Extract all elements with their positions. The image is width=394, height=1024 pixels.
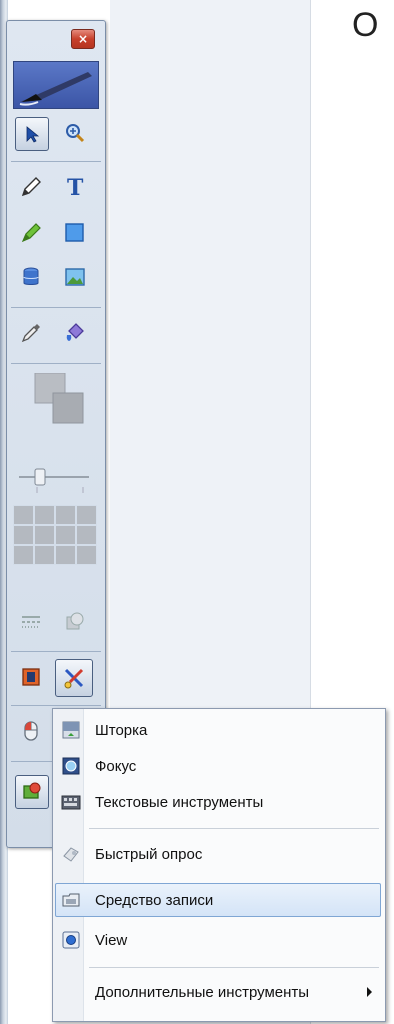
quick-poll-icon xyxy=(59,842,83,866)
grid-palette-icon[interactable] xyxy=(13,505,97,565)
menu-item-curtain[interactable]: Шторка xyxy=(56,713,380,747)
svg-text:T: T xyxy=(67,175,84,199)
tools-scissors-icon[interactable] xyxy=(55,659,93,697)
image-icon[interactable] xyxy=(59,261,91,293)
keyboard-icon xyxy=(59,790,83,814)
menu-separator xyxy=(89,828,379,829)
recorder-folder-icon xyxy=(59,888,83,912)
line-style-icon[interactable] xyxy=(15,605,47,637)
highlighter-icon[interactable] xyxy=(15,217,47,249)
eyedropper-icon[interactable] xyxy=(15,317,47,349)
pen-icon[interactable] xyxy=(15,171,47,203)
curtain-icon xyxy=(59,718,83,742)
menu-item-additional-tools[interactable]: Дополнительные инструменты xyxy=(56,975,380,1009)
menu-item-text-tools[interactable]: Текстовые инструменты xyxy=(56,785,380,819)
screen-capture-icon[interactable] xyxy=(15,775,49,809)
view-icon xyxy=(59,928,83,952)
menu-item-recorder[interactable]: Средство записи xyxy=(55,883,381,917)
close-button[interactable]: × xyxy=(71,29,95,49)
fill-bucket-icon[interactable] xyxy=(59,317,91,349)
text-tool-icon[interactable]: T xyxy=(59,171,91,203)
shape-icon[interactable] xyxy=(59,217,91,249)
recorder-icon[interactable] xyxy=(15,661,47,693)
tools-context-menu: Шторка Фокус Текстовые инструменты Быстр… xyxy=(52,708,386,1022)
color-swatch-icon[interactable] xyxy=(13,373,93,449)
background-text: O xyxy=(352,6,379,44)
database-icon[interactable] xyxy=(15,261,47,293)
zoom-icon[interactable] xyxy=(59,117,91,149)
transparency-icon[interactable] xyxy=(59,605,91,637)
size-slider-icon[interactable] xyxy=(13,457,93,497)
menu-item-label: View xyxy=(95,931,128,949)
mouse-icon[interactable] xyxy=(15,715,47,747)
brush-preview[interactable] xyxy=(13,61,99,109)
menu-item-label: Быстрый опрос xyxy=(95,845,203,863)
focus-icon xyxy=(59,754,83,778)
menu-item-view[interactable]: View xyxy=(56,923,380,957)
menu-item-focus[interactable]: Фокус xyxy=(56,749,380,783)
submenu-arrow-icon xyxy=(367,987,372,997)
menu-separator xyxy=(89,967,379,968)
menu-item-label: Фокус xyxy=(95,757,137,775)
menu-item-label: Средство записи xyxy=(95,891,214,909)
menu-item-label: Дополнительные инструменты xyxy=(95,983,310,1001)
menu-item-label: Текстовые инструменты xyxy=(95,793,264,811)
select-arrow-icon[interactable] xyxy=(15,117,49,151)
menu-item-quick-poll[interactable]: Быстрый опрос xyxy=(56,837,380,871)
menu-item-label: Шторка xyxy=(95,721,148,739)
